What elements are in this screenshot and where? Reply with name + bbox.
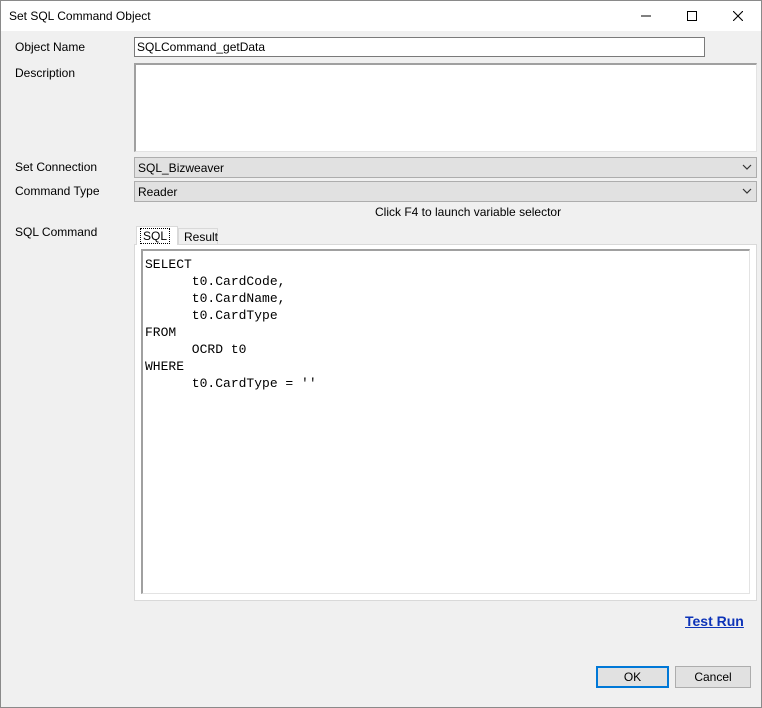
variable-selector-hint: Click F4 to launch variable selector <box>375 205 562 219</box>
tab-sql[interactable]: SQL <box>136 226 178 245</box>
description-field[interactable] <box>134 63 757 152</box>
tab-result[interactable]: Result <box>178 228 218 244</box>
command-type-value: Reader <box>138 185 178 199</box>
ok-button[interactable]: OK <box>596 666 669 688</box>
command-type-label: Command Type <box>15 184 100 198</box>
object-name-field[interactable]: SQLCommand_getData <box>134 37 705 57</box>
connection-value: SQL_Bizweaver <box>138 161 225 175</box>
minimize-icon <box>641 15 651 17</box>
tab-sql-label: SQL <box>139 228 171 244</box>
connection-dropdown[interactable]: SQL_Bizweaver <box>134 157 757 178</box>
command-type-dropdown[interactable]: Reader <box>134 181 757 202</box>
sql-editor[interactable]: SELECT t0.CardCode, t0.CardName, t0.Card… <box>141 249 750 594</box>
chevron-down-icon <box>742 164 752 170</box>
maximize-icon <box>687 11 697 21</box>
close-icon <box>733 11 743 21</box>
object-name-label: Object Name <box>15 40 86 54</box>
title-bar[interactable]: Set SQL Command Object <box>1 1 761 31</box>
sql-command-label: SQL Command <box>15 225 98 239</box>
close-button[interactable] <box>715 1 761 31</box>
description-label: Description <box>15 66 76 80</box>
maximize-button[interactable] <box>669 1 715 31</box>
test-run-link[interactable]: Test Run <box>685 613 744 629</box>
window-title: Set SQL Command Object <box>9 9 151 23</box>
set-connection-label: Set Connection <box>15 160 98 174</box>
tab-result-label: Result <box>184 230 219 244</box>
chevron-down-icon <box>742 188 752 194</box>
minimize-button[interactable] <box>623 1 669 31</box>
cancel-button[interactable]: Cancel <box>675 666 751 688</box>
